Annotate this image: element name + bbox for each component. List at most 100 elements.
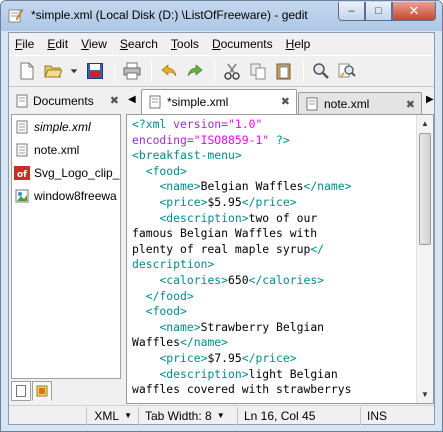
code-token: description> — [132, 257, 215, 272]
recent-dropdown-button[interactable] — [67, 59, 81, 83]
code-line: <description>light Belgian — [132, 367, 414, 383]
menu-view[interactable]: View — [81, 37, 107, 51]
document-label: note.xml — [34, 142, 80, 157]
document-icon — [16, 385, 26, 397]
documents-tab[interactable] — [11, 381, 31, 401]
menu-tools[interactable]: Tools — [171, 37, 199, 51]
code-token: $7.95 — [207, 350, 242, 365]
menu-file[interactable]: File — [15, 37, 34, 51]
document-label: simple.xml — [34, 119, 91, 134]
svg-text:of: of — [17, 170, 27, 180]
paste-icon — [276, 63, 291, 80]
cut-button[interactable] — [220, 59, 244, 83]
code-token: </name> — [303, 179, 352, 194]
text-editor[interactable]: <?xml version="1.0" encoding="ISO8859-1" … — [126, 114, 434, 404]
language-selector[interactable]: XML ▼ — [86, 406, 138, 425]
menu-help[interactable]: Help — [286, 37, 311, 51]
file-browser-tab[interactable] — [32, 381, 52, 401]
copy-icon — [250, 63, 266, 80]
code-line: <price>$7.95</price> — [132, 351, 414, 367]
window-controls: – □ ✕ — [338, 2, 436, 21]
code-token: $5.95 — [207, 194, 242, 209]
side-panel-tabs — [11, 381, 53, 401]
code-token: <food> — [145, 304, 187, 319]
pdf-icon: of — [14, 165, 30, 181]
code-line: waffles covered with strawberrys — [132, 382, 414, 398]
tab-scroll-right-icon[interactable]: ▶ — [426, 94, 434, 105]
cursor-position: Ln 16, Col 45 — [237, 406, 360, 425]
code-line: <price>$5.95</price> — [132, 195, 414, 211]
title-bar[interactable]: *simple.xml (Local Disk (D:) \ListOfFree… — [1, 1, 442, 31]
vertical-scrollbar[interactable]: ▲ ▼ — [416, 115, 433, 403]
scroll-down-icon[interactable]: ▼ — [417, 386, 433, 403]
menu-search[interactable]: Search — [120, 37, 158, 51]
find-button[interactable] — [309, 59, 333, 83]
document-list-item[interactable]: of Svg_Logo_clip_a — [12, 161, 120, 184]
tab-note-xml[interactable]: note.xml ✖ — [298, 92, 422, 114]
tab-width-label: Tab Width: 8 — [145, 408, 212, 423]
menu-label-rest: iew — [88, 37, 107, 51]
tab-label: *simple.xml — [167, 95, 229, 109]
redo-button[interactable] — [183, 59, 207, 83]
code-line: <calories>650</calories> — [132, 273, 414, 289]
document-list-item[interactable]: simple.xml — [12, 115, 120, 138]
document-label: window8freewa — [34, 188, 117, 203]
code-token: <name> — [159, 319, 201, 334]
code-token: </price> — [241, 350, 297, 365]
code-token: <description> — [159, 366, 249, 381]
tab-width-selector[interactable]: Tab Width: 8 ▼ — [138, 406, 237, 425]
scroll-up-icon[interactable]: ▲ — [417, 115, 433, 132]
code-line: </food> — [132, 289, 414, 305]
tab-simple-xml[interactable]: *simple.xml ✖ — [141, 89, 297, 114]
copy-button[interactable] — [246, 59, 270, 83]
close-tab-icon[interactable]: ✖ — [406, 98, 415, 111]
document-list-item[interactable]: window8freewa — [12, 184, 120, 207]
search-icon — [313, 63, 329, 79]
undo-button[interactable] — [157, 59, 181, 83]
open-button[interactable] — [41, 59, 65, 83]
close-button[interactable]: ✕ — [392, 2, 436, 21]
maximize-button[interactable]: □ — [365, 2, 392, 21]
code-token: "ISO8859-1" — [193, 132, 270, 147]
minimize-icon: – — [348, 5, 355, 17]
gedit-window: *simple.xml (Local Disk (D:) \ListOfFree… — [0, 0, 443, 432]
toolbar-separator — [303, 60, 304, 82]
document-tabs: ◀ *simple.xml ✖ note.xml ✖ ▶ — [126, 89, 434, 114]
document-icon — [149, 95, 161, 109]
tab-scroll-left-icon[interactable]: ◀ — [128, 94, 136, 105]
replace-button[interactable] — [335, 59, 359, 83]
tab-label: note.xml — [324, 96, 370, 111]
code-token: ?> — [269, 132, 290, 147]
code-token: <name> — [159, 179, 201, 194]
save-button[interactable] — [83, 59, 107, 83]
scrollbar-thumb[interactable] — [419, 133, 431, 245]
code-token: <description> — [159, 210, 249, 225]
code-line: <description>two of our — [132, 211, 414, 227]
code-token: Belgian Waffles — [200, 179, 304, 194]
toolbar-separator — [151, 60, 152, 82]
minimize-button[interactable]: – — [338, 2, 365, 21]
menu-mnemonic: V — [81, 37, 89, 51]
menu-documents[interactable]: Documents — [212, 37, 273, 51]
code-line: plenty of real maple syrup</ — [132, 242, 414, 258]
close-tab-icon[interactable]: ✖ — [281, 95, 290, 108]
code-token: encoding= — [132, 132, 194, 147]
redo-icon — [187, 64, 203, 77]
document-list-item[interactable]: note.xml — [12, 138, 120, 161]
menu-label-rest: dit — [55, 37, 69, 51]
insert-mode: INS — [360, 406, 434, 425]
toolbar-separator — [114, 60, 115, 82]
toolbar-separator — [214, 60, 215, 82]
menu-edit[interactable]: Edit — [47, 37, 68, 51]
code-line: <name>Belgian Waffles</name> — [132, 179, 414, 195]
new-button[interactable] — [15, 59, 39, 83]
paste-button[interactable] — [272, 59, 296, 83]
status-bar: XML ▼ Tab Width: 8 ▼ Ln 16, Col 45 INS — [9, 405, 434, 425]
print-button[interactable] — [120, 59, 144, 83]
code-view[interactable]: <?xml version="1.0" encoding="ISO8859-1" … — [132, 117, 414, 398]
close-side-panel-icon[interactable]: ✖ — [110, 94, 119, 107]
